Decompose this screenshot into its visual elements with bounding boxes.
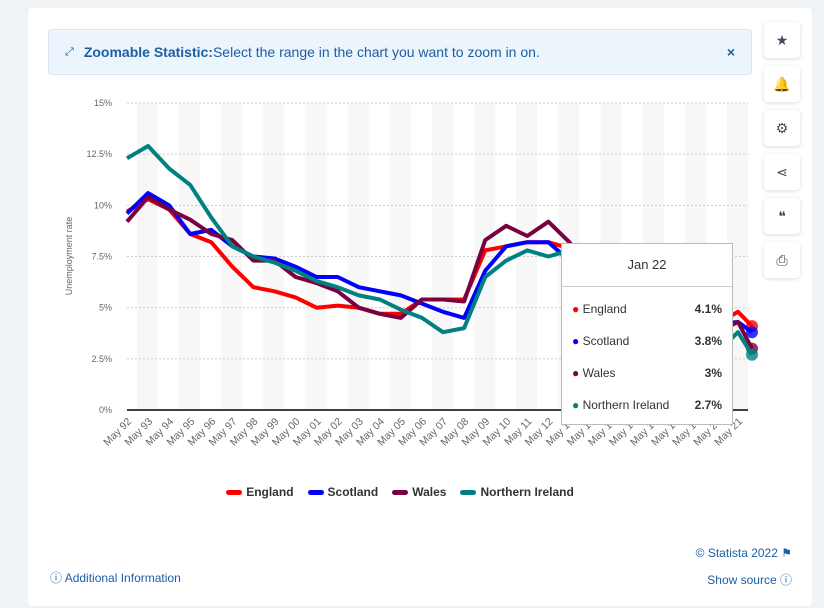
- y-tick-label: 12.5%: [86, 149, 112, 159]
- show-source-label: Show source: [707, 573, 777, 587]
- show-source-link[interactable]: Show source ⓘ: [707, 571, 792, 588]
- legend-swatch: [226, 490, 243, 496]
- legend-swatch: [392, 490, 409, 496]
- legend-item[interactable]: Wales: [392, 485, 446, 499]
- y-tick-label: 2.5%: [91, 354, 112, 364]
- legend-item[interactable]: Northern Ireland: [460, 485, 574, 499]
- legend-swatch: [460, 490, 477, 496]
- legend-label: Wales: [412, 485, 447, 499]
- legend-swatch: [307, 490, 324, 496]
- tooltip-series: England: [582, 302, 627, 316]
- tooltip-row: ● England 4.1%: [562, 293, 732, 325]
- y-tick-label: 0%: [99, 405, 112, 415]
- legend-item[interactable]: England: [226, 485, 294, 499]
- data-point: [746, 348, 758, 361]
- tooltip-row: ● Scotland 3.8%: [562, 325, 732, 357]
- tooltip-value: 3.8%: [694, 334, 722, 348]
- tooltip-row: ● Wales 3%: [562, 357, 732, 389]
- copyright-label: © Statista 2022: [695, 546, 778, 560]
- legend-label: Scotland: [327, 485, 379, 499]
- tooltip-series: Scotland: [582, 334, 630, 348]
- copyright[interactable]: © Statista 2022 ⚑: [696, 546, 792, 560]
- y-tick-label: 7.5%: [91, 252, 112, 262]
- additional-information-link[interactable]: ⓘ Additional Information: [50, 569, 181, 586]
- y-tick-label: 5%: [99, 303, 112, 313]
- tooltip-value: 3%: [704, 366, 722, 380]
- tooltip-value: 2.7%: [694, 398, 722, 412]
- legend-label: Northern Ireland: [480, 485, 574, 499]
- y-axis-label: Unemployment rate: [64, 217, 74, 296]
- tooltip-dot: ●: [572, 302, 580, 316]
- y-tick-label: 10%: [94, 200, 112, 210]
- additional-information-label: Additional Information: [64, 571, 181, 585]
- tooltip-row: ● Northern Ireland 2.7%: [562, 389, 732, 421]
- y-tick-label: 15%: [94, 98, 112, 108]
- tooltip-dot: ●: [572, 398, 580, 412]
- tooltip-series: Northern Ireland: [582, 398, 670, 412]
- tooltip-dot: ●: [572, 366, 580, 380]
- tooltip-series: Wales: [582, 366, 616, 380]
- tooltip-value: 4.1%: [694, 302, 722, 316]
- tooltip: Jan 22 ● England 4.1% ● Scotland 3.8% ● Wale…: [561, 243, 733, 425]
- tooltip-title: Jan 22: [562, 244, 732, 287]
- legend-item[interactable]: Scotland: [307, 485, 379, 499]
- legend: England Scotland Wales Northern Ireland: [0, 485, 800, 499]
- tooltip-dot: ●: [572, 334, 580, 348]
- band: [347, 103, 369, 410]
- legend-label: England: [246, 485, 294, 499]
